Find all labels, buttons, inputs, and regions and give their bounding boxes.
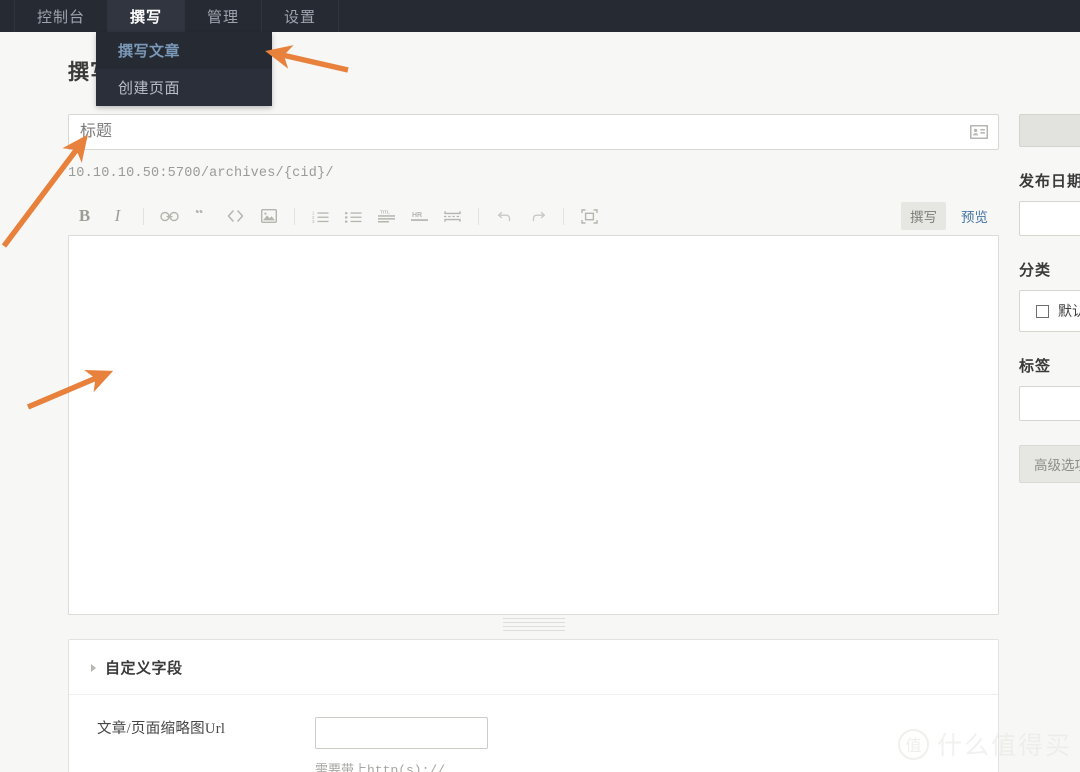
category-option-label: 默认分类 xyxy=(1058,303,1080,319)
custom-fields-header[interactable]: 自定义字段 xyxy=(69,640,998,695)
heading-icon[interactable]: TITL xyxy=(370,202,403,230)
category-label: 分类 xyxy=(1019,262,1052,279)
dropdown-create-page-label: 创建页面 xyxy=(118,80,181,97)
custom-field-hint: 需要带上http(s):// xyxy=(315,763,446,772)
toolbar-divider xyxy=(563,207,564,225)
dropdown-write-post[interactable]: 撰写文章 xyxy=(96,32,272,69)
resize-grip-lines xyxy=(502,618,565,634)
svg-text:TITL: TITL xyxy=(380,209,390,214)
editor-mode-tabs: 撰写 预览 xyxy=(901,202,999,230)
fullscreen-icon[interactable] xyxy=(573,202,606,230)
quote-icon[interactable]: “ xyxy=(186,202,219,230)
page-break-icon[interactable] xyxy=(436,202,469,230)
top-navigation-bar: 控制台 撰写 管理 设置 xyxy=(0,0,1080,32)
editor-textarea[interactable] xyxy=(68,235,999,615)
advanced-options-button[interactable]: 高级选项 xyxy=(1019,445,1080,483)
toolbar-divider xyxy=(478,207,479,225)
redo-icon[interactable] xyxy=(521,202,554,230)
svg-text:HR: HR xyxy=(412,212,422,219)
bold-button[interactable]: B xyxy=(68,202,101,230)
nav-write[interactable]: 撰写 xyxy=(108,0,186,32)
tags-input[interactable] xyxy=(1019,386,1080,421)
unordered-list-icon[interactable] xyxy=(337,202,370,230)
id-card-icon[interactable] xyxy=(964,115,994,149)
undo-icon[interactable] xyxy=(488,202,521,230)
editor-toolbar: B I “ 123 TITL HR 撰写 预览 xyxy=(68,197,999,235)
tab-write[interactable]: 撰写 xyxy=(901,202,946,230)
post-title-input[interactable] xyxy=(69,123,964,141)
nav-settings-label: 设置 xyxy=(284,8,317,26)
post-sidebar: 发布日期 分类 默认分类 标签 高级选项 xyxy=(1019,114,1080,483)
nav-manage[interactable]: 管理 xyxy=(185,0,263,32)
tags-label: 标签 xyxy=(1019,358,1052,375)
svg-text:“: “ xyxy=(195,210,204,223)
chevron-right-icon xyxy=(91,663,96,672)
toolbar-divider xyxy=(143,207,144,225)
tab-preview[interactable]: 预览 xyxy=(952,202,997,230)
svg-text:3: 3 xyxy=(312,219,315,223)
watermark: 值 什么值得买 xyxy=(897,726,1072,762)
thumbnail-url-input[interactable] xyxy=(315,717,488,749)
ordered-list-icon[interactable]: 123 xyxy=(304,202,337,230)
custom-fields-title: 自定义字段 xyxy=(105,660,183,677)
post-permalink: 10.10.10.50:5700/archives/{cid}/ xyxy=(68,166,334,181)
arrow-to-write-post-menu xyxy=(265,45,349,73)
post-title-field[interactable] xyxy=(68,114,999,150)
code-icon[interactable] xyxy=(219,202,252,230)
custom-field-label: 文章/页面缩略图Url xyxy=(97,721,226,737)
watermark-logo-icon: 值 xyxy=(897,728,929,760)
custom-field-row: 文章/页面缩略图Url xyxy=(69,695,998,749)
italic-button[interactable]: I xyxy=(101,202,134,230)
nav-dashboard-label: 控制台 xyxy=(37,8,86,26)
nav-dashboard[interactable]: 控制台 xyxy=(14,0,109,32)
horizontal-rule-icon[interactable]: HR xyxy=(403,202,436,230)
nav-settings[interactable]: 设置 xyxy=(262,0,340,32)
editor-resize-handle[interactable] xyxy=(68,615,999,631)
sidebar-top-button[interactable] xyxy=(1019,114,1080,147)
custom-fields-panel: 自定义字段 文章/页面缩略图Url 需要带上http(s):// xyxy=(68,639,999,772)
watermark-text: 什么值得买 xyxy=(936,731,1072,760)
toolbar-divider xyxy=(294,207,295,225)
main-content: 10.10.10.50:5700/archives/{cid}/ B I “ 1… xyxy=(68,114,999,772)
dropdown-write-post-label: 撰写文章 xyxy=(118,43,181,60)
nav-manage-label: 管理 xyxy=(207,8,240,26)
dropdown-create-page[interactable]: 创建页面 xyxy=(96,69,272,106)
category-checkbox-default[interactable] xyxy=(1036,304,1049,318)
link-icon[interactable] xyxy=(153,202,186,230)
nav-write-label: 撰写 xyxy=(130,8,163,26)
publish-date-label: 发布日期 xyxy=(1019,173,1080,190)
category-list: 默认分类 xyxy=(1019,290,1080,332)
image-icon[interactable] xyxy=(252,202,285,230)
write-dropdown-menu: 撰写文章 创建页面 xyxy=(96,32,272,106)
app-root: 控制台 撰写 管理 设置 撰写文章 撰写文章 创建页面 10.10.10.50:… xyxy=(0,0,1080,772)
publish-date-input[interactable] xyxy=(1019,201,1080,236)
